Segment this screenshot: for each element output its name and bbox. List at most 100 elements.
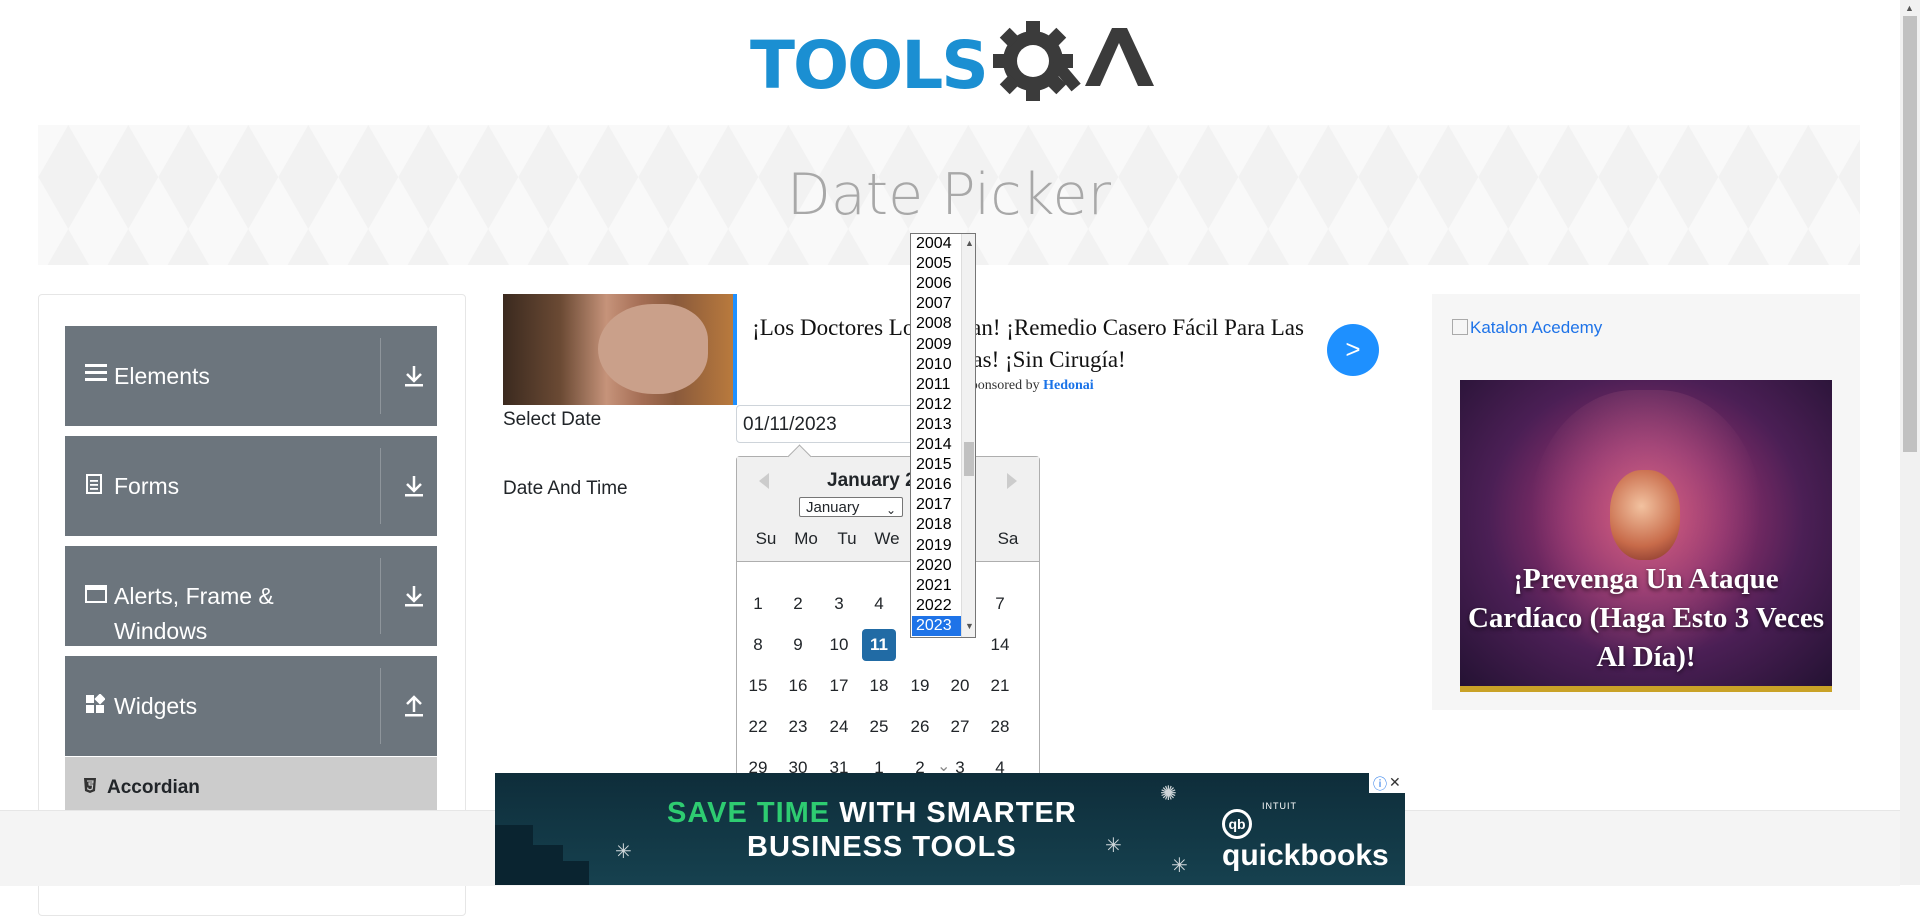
download-arrow-icon[interactable] (403, 364, 425, 388)
year-option[interactable]: 2006 (912, 274, 961, 294)
calendar-day[interactable]: 27 (943, 711, 977, 743)
heart-ad-headline[interactable]: ¡Prevenga Un Ataque Cardíaco (Haga Esto … (1460, 560, 1832, 677)
window-icon (85, 584, 107, 610)
year-option[interactable]: 2008 (912, 314, 961, 334)
calendar-day[interactable]: 22 (741, 711, 775, 743)
year-option[interactable]: 2009 (912, 335, 961, 355)
calendar-day[interactable]: 11 (862, 629, 896, 661)
year-option[interactable]: 2012 (912, 395, 961, 415)
page-scrollbar-thumb[interactable] (1903, 16, 1917, 452)
ad-sponsor-name[interactable]: Hedonai (1043, 378, 1094, 393)
calendar-day[interactable]: 14 (983, 629, 1017, 661)
katalon-link-text[interactable]: Katalon Acedemy (1470, 318, 1602, 337)
year-option[interactable]: 2005 (912, 254, 961, 274)
calendar-day[interactable]: 8 (741, 629, 775, 661)
sponsored-ad-right[interactable]: Katalon Acedemy ¡Prevenga Un Ataque Card… (1432, 294, 1860, 710)
hamburger-icon (85, 362, 107, 388)
year-option[interactable]: 2013 (912, 415, 961, 435)
year-option[interactable]: 2021 (912, 576, 961, 596)
year-option[interactable]: 2018 (912, 515, 961, 535)
adchoices-badge[interactable]: ⓘ ✕ (1369, 773, 1405, 793)
sidebar-group-forms[interactable]: Forms (65, 436, 437, 536)
quickbooks-banner-ad[interactable]: ✳ ✳ ✺ ✳ SAVE TIME WITH SMARTER BUSINESS … (495, 773, 1405, 885)
ad-accent-strip (733, 294, 737, 405)
year-scrollbar[interactable]: ▲ ▼ (961, 234, 975, 637)
close-icon[interactable]: ✕ (1389, 774, 1401, 791)
sidebar-group-label-line2: Windows (114, 618, 208, 644)
date-picker-input[interactable]: 01/11/2023 (736, 405, 936, 443)
sidebar-group-widgets[interactable]: Widgets (65, 656, 437, 756)
calendar-day[interactable]: 19 (903, 670, 937, 702)
heart-illustration (1610, 470, 1680, 560)
calendar-header: January 2 January ⌄ Su Mo Tu We Sa (737, 444, 1039, 562)
ad-image[interactable] (503, 294, 733, 405)
year-option[interactable]: 2007 (912, 294, 961, 314)
download-arrow-icon[interactable] (403, 474, 425, 498)
widgets-icon (85, 693, 106, 720)
year-option[interactable]: 2023 (912, 615, 961, 636)
quickbooks-logo[interactable]: INTUIT qbquickbooks (1222, 801, 1405, 873)
sidebar-group-alerts-frame-windows[interactable]: Alerts, Frame & Windows (65, 546, 437, 646)
quickbooks-mark-icon: qb (1222, 809, 1252, 839)
sidebar-group-elements[interactable]: Elements (65, 326, 437, 426)
year-option[interactable]: 2015 (912, 455, 961, 475)
sidebar-group-label: Elements (114, 363, 210, 389)
calendar-day[interactable]: 21 (983, 670, 1017, 702)
year-option[interactable]: 2014 (912, 435, 961, 455)
previous-month-arrow-icon[interactable] (759, 473, 769, 489)
calendar-day[interactable]: 3 (822, 588, 856, 620)
year-scrollbar-thumb[interactable] (964, 442, 974, 476)
calendar-day[interactable]: 15 (741, 670, 775, 702)
info-icon[interactable]: ⓘ (1373, 774, 1387, 794)
calendar-day[interactable]: 24 (822, 711, 856, 743)
day-name: Su (755, 529, 777, 548)
month-select[interactable]: January ⌄ (799, 497, 903, 517)
calendar-day[interactable]: 10 (822, 629, 856, 661)
heart-ad-image[interactable]: ¡Prevenga Un Ataque Cardíaco (Haga Esto … (1460, 380, 1832, 686)
katalon-academy-link[interactable]: Katalon Acedemy (1452, 318, 1602, 338)
scroll-up-arrow-icon[interactable]: ▲ (1905, 3, 1914, 13)
scroll-up-arrow-icon[interactable]: ▲ (965, 238, 974, 248)
calendar-day[interactable]: 25 (862, 711, 896, 743)
download-arrow-icon[interactable] (403, 584, 425, 608)
calendar-day[interactable]: 17 (822, 670, 856, 702)
sidebar-group-label: Forms (114, 473, 180, 499)
year-option[interactable]: 2020 (912, 556, 961, 576)
year-option[interactable]: 2011 (912, 375, 961, 395)
document-icon (85, 474, 103, 500)
upload-arrow-icon[interactable] (403, 694, 425, 718)
year-dropdown-list[interactable]: 2004 2005 2006 2007 2008 2009 2010 2011 2012 2013… (910, 233, 976, 638)
calendar-day[interactable]: 1 (741, 588, 775, 620)
year-option[interactable]: 2017 (912, 495, 961, 515)
year-option[interactable]: 2010 (912, 355, 961, 375)
year-option[interactable]: 2004 (912, 234, 961, 254)
divider (380, 448, 381, 524)
year-option[interactable]: 2016 (912, 475, 961, 495)
calendar-day[interactable]: 4 (862, 588, 896, 620)
quickbooks-wordmark: quickbooks (1222, 839, 1389, 872)
gear-icon (993, 21, 1081, 101)
toolsqa-logo[interactable]: TOOLS (750, 18, 1155, 114)
sidebar-item-accordian[interactable]: Accordian (65, 757, 437, 817)
ad-next-button[interactable]: > (1327, 324, 1379, 376)
ad-highlight-text: SAVE TIME (667, 797, 831, 829)
calendar-day[interactable]: 16 (781, 670, 815, 702)
calendar-day[interactable]: 20 (943, 670, 977, 702)
year-option[interactable]: 2019 (912, 536, 961, 556)
sidebar-item-label: Accordian (107, 777, 200, 798)
year-option[interactable]: 2022 (912, 596, 961, 616)
next-month-arrow-icon[interactable] (1007, 473, 1017, 489)
page-scrollbar[interactable]: ▲ (1900, 0, 1920, 885)
scroll-down-arrow-icon[interactable]: ▼ (965, 621, 974, 631)
calendar-day[interactable]: 9 (781, 629, 815, 661)
calendar-day[interactable]: 2 (781, 588, 815, 620)
calendar-day[interactable]: 18 (862, 670, 896, 702)
calendar-day[interactable]: 23 (781, 711, 815, 743)
calendar-day[interactable]: 7 (983, 588, 1017, 620)
ad-headline[interactable]: ¡Los Doctores Lo Ocultan! ¡Remedio Caser… (743, 312, 1313, 376)
chevron-down-icon: ⌄ (885, 503, 896, 517)
calendar-day[interactable]: 26 (903, 711, 937, 743)
page-title: Date Picker (786, 162, 1112, 228)
calendar-day[interactable]: 28 (983, 711, 1017, 743)
broken-image-icon (1452, 319, 1468, 335)
